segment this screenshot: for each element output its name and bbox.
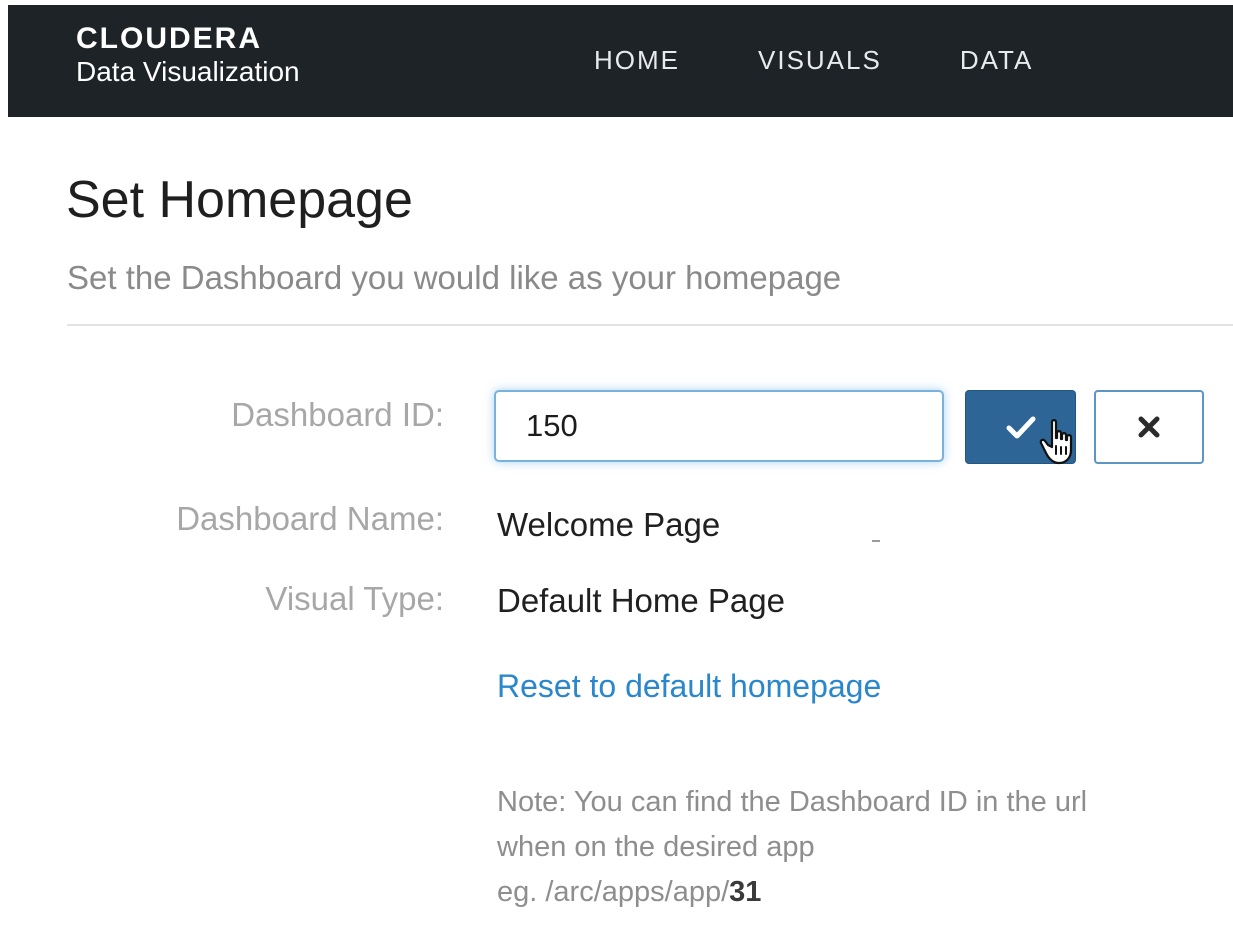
note-url-prefix: eg. /arc/apps/app/ [497, 876, 730, 908]
dashboard-name-label: Dashboard Name: [176, 500, 444, 537]
nav-home[interactable]: HOME [594, 45, 680, 76]
visual-type-label: Visual Type: [265, 580, 444, 617]
note-line-1: Note: You can find the Dashboard ID in t… [497, 786, 1088, 818]
hand-pointer-icon [1039, 419, 1073, 465]
nav-visuals[interactable]: VISUALS [758, 45, 882, 76]
check-icon [1006, 416, 1035, 439]
dashboard-id-field-wrapper [494, 390, 944, 462]
stray-mark [872, 540, 880, 542]
page-subtitle: Set the Dashboard you would like as your… [67, 259, 842, 296]
cancel-button[interactable] [1094, 390, 1204, 464]
help-note: Note: You can find the Dashboard ID in t… [497, 780, 1087, 915]
note-line-3: eg. /arc/apps/app/31 [497, 870, 1087, 915]
top-navbar: CLOUDERA Data Visualization HOME VISUALS… [8, 5, 1233, 117]
reset-homepage-link[interactable]: Reset to default homepage [497, 668, 881, 705]
nav-data[interactable]: DATA [960, 45, 1033, 76]
note-url-id: 31 [729, 876, 762, 908]
brand-name: CLOUDERA [76, 22, 262, 55]
note-line-2: when on the desired app [497, 831, 815, 863]
visual-type-value: Default Home Page [497, 582, 785, 619]
dashboard-id-label: Dashboard ID: [231, 396, 444, 433]
dashboard-name-value: Welcome Page [497, 506, 721, 543]
brand-subtitle: Data Visualization [76, 56, 300, 87]
main-nav: HOME VISUALS DATA [594, 45, 1033, 76]
brand-logo[interactable]: CLOUDERA Data Visualization [76, 23, 300, 89]
page-title: Set Homepage [66, 171, 413, 229]
close-icon [1138, 416, 1160, 438]
dashboard-id-input[interactable] [496, 392, 942, 460]
header-divider [67, 324, 1233, 326]
